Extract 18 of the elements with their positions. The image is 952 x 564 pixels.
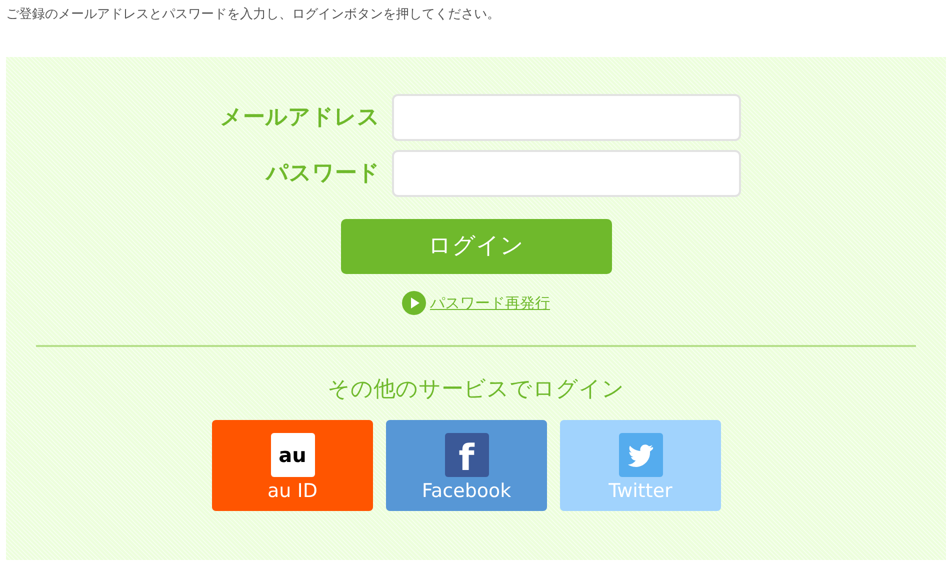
service-name: Facebook (422, 481, 512, 502)
instruction-text: ご登録のメールアドレスとパスワードを入力し、ログインボタンを押してください。 (5, 6, 501, 24)
section-heading: その他のサービスでログイン (326, 376, 626, 404)
twitter-login-button[interactable]: Twitter (560, 420, 721, 511)
login-button[interactable]: ログイン (340, 219, 612, 274)
input-field[interactable] (392, 150, 741, 197)
au-login-button[interactable]: au au ID (212, 420, 373, 511)
au-logo: au (270, 433, 314, 478)
service-name: Twitter (608, 481, 672, 502)
bird-icon (618, 433, 662, 478)
service-name: au ID (268, 481, 318, 502)
input-field[interactable] (392, 94, 741, 141)
field-label: メールアドレス (219, 104, 380, 132)
play-icon (402, 291, 426, 315)
facebook-logo: f (444, 433, 488, 478)
password-reset-link[interactable]: パスワード再発行 (430, 292, 550, 314)
facebook-login-button[interactable]: f Facebook (386, 420, 547, 511)
field-label: パスワード (264, 160, 380, 188)
